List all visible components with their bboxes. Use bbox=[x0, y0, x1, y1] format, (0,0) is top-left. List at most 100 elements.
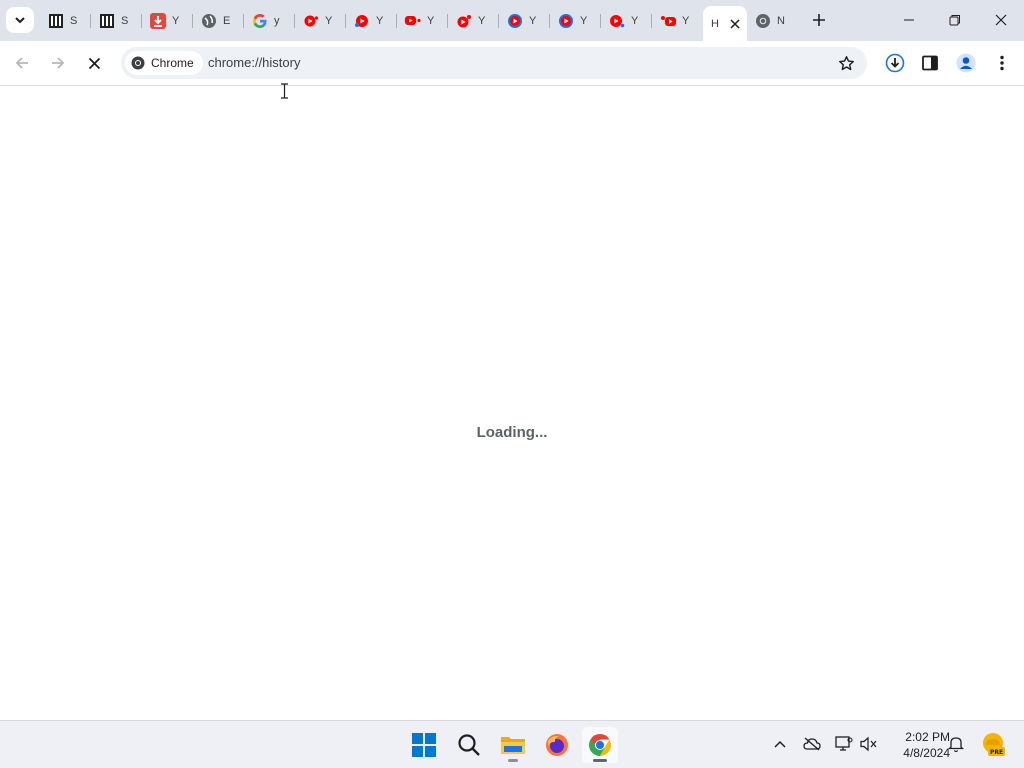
active-tab-history[interactable]: H bbox=[703, 6, 747, 41]
close-icon bbox=[88, 57, 100, 69]
back-arrow-icon bbox=[15, 57, 28, 69]
avatar-icon bbox=[956, 53, 976, 73]
page-content: Loading... bbox=[0, 87, 1024, 720]
tab-title: Y bbox=[682, 14, 690, 27]
back-button[interactable] bbox=[8, 49, 36, 77]
restore-icon bbox=[949, 15, 960, 26]
taskbar: 2:02 PM 4/8/2024 PRE bbox=[0, 720, 1024, 768]
forward-arrow-icon bbox=[52, 57, 65, 69]
network-icon[interactable] bbox=[834, 734, 854, 754]
tab[interactable]: Y bbox=[448, 6, 499, 35]
taskbar-search-button[interactable] bbox=[451, 727, 487, 763]
start-button[interactable] bbox=[406, 727, 442, 763]
side-panel-icon bbox=[922, 55, 938, 71]
firefox-icon bbox=[546, 734, 568, 756]
chrome-icon bbox=[131, 56, 145, 70]
close-window-button[interactable] bbox=[978, 0, 1024, 40]
clock-time: 2:02 PM bbox=[905, 730, 950, 744]
new-tab-button[interactable] bbox=[808, 9, 830, 31]
youtube-icon bbox=[660, 13, 676, 29]
tab-title: H bbox=[711, 17, 719, 30]
tab[interactable]: N bbox=[747, 6, 798, 35]
close-tab-icon[interactable] bbox=[727, 16, 743, 32]
chrome-icon bbox=[589, 734, 611, 756]
tab[interactable]: S bbox=[91, 6, 142, 35]
tab-title: Y bbox=[529, 14, 537, 27]
tab[interactable]: Y bbox=[601, 6, 652, 35]
plus-icon bbox=[813, 14, 825, 26]
tab-list: S S Y E y Y Y Y Y Y Y Y Y H N bbox=[40, 6, 798, 41]
running-indicator bbox=[593, 759, 607, 762]
tab-title: Y bbox=[427, 14, 435, 27]
minimize-icon bbox=[904, 19, 914, 21]
tab-title: N bbox=[777, 14, 785, 27]
show-hidden-icons-button[interactable] bbox=[770, 734, 790, 754]
profile-button[interactable] bbox=[952, 49, 980, 77]
text-cursor-icon bbox=[281, 83, 288, 99]
weather-widget-icon[interactable]: PRE bbox=[980, 731, 1006, 757]
bookmark-star-icon[interactable] bbox=[837, 54, 855, 72]
onedrive-offline-icon[interactable] bbox=[802, 734, 822, 754]
address-bar[interactable]: Chrome chrome://history bbox=[121, 47, 867, 79]
url-text[interactable]: chrome://history bbox=[208, 55, 300, 70]
tab[interactable]: y bbox=[244, 6, 295, 35]
browser-toolbar: Chrome chrome://history bbox=[0, 41, 1024, 86]
library-icon bbox=[99, 13, 115, 29]
close-icon bbox=[995, 14, 1007, 26]
site-info-chip[interactable]: Chrome bbox=[125, 51, 203, 75]
tab-title: S bbox=[121, 14, 129, 27]
restore-button[interactable] bbox=[932, 0, 978, 40]
tab[interactable]: Y bbox=[499, 6, 550, 35]
minimize-button[interactable] bbox=[886, 0, 932, 40]
system-clock[interactable]: 2:02 PM 4/8/2024 bbox=[884, 729, 950, 761]
tab[interactable]: Y bbox=[550, 6, 601, 35]
youtube-icon bbox=[558, 13, 574, 29]
forward-button[interactable] bbox=[44, 49, 72, 77]
tab-title: Y bbox=[172, 14, 180, 27]
tab-title: Y bbox=[631, 14, 639, 27]
menu-button[interactable] bbox=[988, 49, 1016, 77]
tab-strip: S S Y E y Y Y Y Y Y Y Y Y H N bbox=[0, 0, 1024, 41]
search-icon bbox=[458, 734, 480, 756]
tab[interactable]: Y bbox=[346, 6, 397, 35]
stop-loading-button[interactable] bbox=[80, 49, 108, 77]
running-indicator bbox=[508, 759, 518, 762]
tab[interactable]: S bbox=[40, 6, 91, 35]
tab-title: Y bbox=[478, 14, 486, 27]
download-icon bbox=[885, 53, 905, 73]
tab-title: E bbox=[223, 14, 231, 27]
chrome-taskbar-button[interactable] bbox=[582, 727, 618, 763]
tab-title: Y bbox=[325, 14, 333, 27]
notifications-icon[interactable] bbox=[946, 734, 966, 754]
youtube-icon bbox=[303, 13, 319, 29]
side-panel-button[interactable] bbox=[916, 49, 944, 77]
google-icon bbox=[252, 13, 268, 29]
tab-title: Y bbox=[580, 14, 588, 27]
tab-search-button[interactable] bbox=[6, 7, 34, 33]
globe-icon bbox=[201, 13, 217, 29]
downloads-button[interactable] bbox=[881, 49, 909, 77]
youtube-icon bbox=[456, 13, 472, 29]
chrome-icon bbox=[755, 13, 771, 29]
folder-icon bbox=[501, 737, 525, 754]
loading-text: Loading... bbox=[476, 424, 548, 441]
weather-badge-text: PRE bbox=[990, 749, 1003, 756]
download-icon bbox=[150, 12, 166, 29]
youtube-icon bbox=[405, 13, 421, 29]
tab[interactable]: Y bbox=[652, 6, 703, 35]
volume-muted-icon[interactable] bbox=[859, 734, 879, 754]
tab[interactable]: Y bbox=[142, 6, 193, 35]
firefox-button[interactable] bbox=[539, 727, 575, 763]
library-icon bbox=[48, 13, 64, 29]
file-explorer-button[interactable] bbox=[495, 727, 531, 763]
chevron-up-icon bbox=[774, 740, 786, 748]
clock-date: 4/8/2024 bbox=[903, 746, 950, 760]
chip-label: Chrome bbox=[151, 56, 194, 70]
youtube-icon bbox=[507, 13, 523, 29]
tab[interactable]: Y bbox=[397, 6, 448, 35]
tab-title: Y bbox=[376, 14, 384, 27]
chevron-down-icon bbox=[15, 17, 25, 24]
tab[interactable]: Y bbox=[295, 6, 346, 35]
more-vert-icon bbox=[1000, 55, 1004, 71]
tab[interactable]: E bbox=[193, 6, 244, 35]
